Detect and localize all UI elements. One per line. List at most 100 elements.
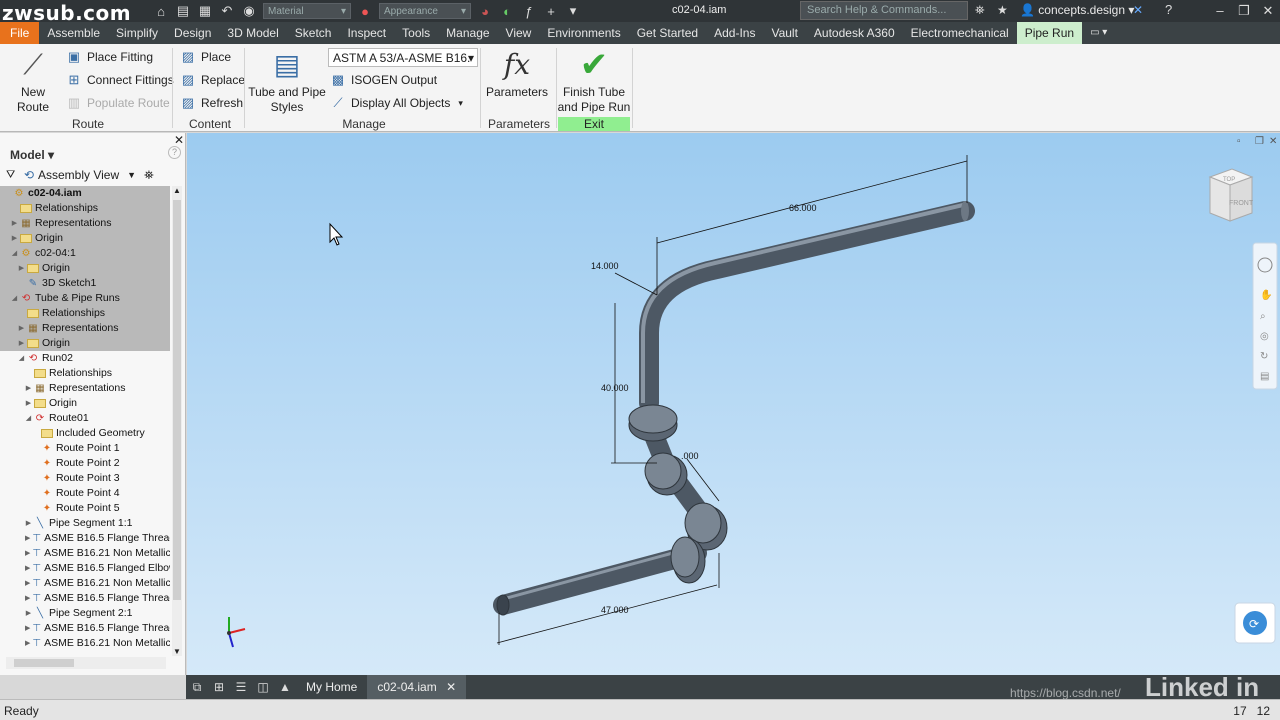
tree-horizontal-scrollbar[interactable] (6, 657, 166, 669)
expand-icon[interactable]: ▶ (18, 321, 25, 336)
populate-route-button[interactable]: ▥ Populate Route (66, 95, 170, 111)
binoculars-icon[interactable]: ⛯ (975, 3, 985, 18)
collapse-icon[interactable]: ◢ (11, 246, 18, 261)
tree-node[interactable]: ✦ Route Point 2 (0, 456, 170, 471)
collapse-icon[interactable]: ◢ (18, 351, 25, 366)
tree-node[interactable]: Relationships (0, 366, 170, 381)
tree-node[interactable]: ▶ ⊤ ASME B16.21 Non Metallic F (0, 636, 170, 651)
expand-icon[interactable]: ▶ (11, 216, 18, 231)
undo-icon[interactable]: ↶ (216, 0, 238, 22)
expand-icon[interactable]: ▶ (25, 546, 30, 561)
tab-vault[interactable]: Vault (763, 22, 805, 44)
tree-node[interactable]: ▶ ⊤ ASME B16.5 Flange Threade (0, 531, 170, 546)
tile-horizontal-icon[interactable]: ☰ (230, 680, 252, 694)
place-button[interactable]: ▨ Place (180, 49, 231, 65)
isogen-output-button[interactable]: ▩ ISOGEN Output (330, 72, 437, 88)
fx-icon[interactable]: ƒ (518, 0, 540, 22)
tree-node[interactable]: ⚙ c02-04.iam (0, 186, 170, 201)
account-menu[interactable]: 👤 concepts.design ▾ (1020, 3, 1134, 17)
tab-c02-04[interactable]: c02-04.iam ✕ (367, 675, 467, 699)
dimension-14[interactable]: 14.000 (591, 261, 619, 271)
expand-icon[interactable]: ▶ (25, 621, 30, 636)
tree-node[interactable]: ▶ ▦ Representations (0, 321, 170, 336)
tab-get-started[interactable]: Get Started (629, 22, 706, 44)
expand-icon[interactable]: ▶ (25, 636, 30, 651)
expand-icon[interactable]: ▶ (25, 531, 30, 546)
expand-icon[interactable]: ▶ (25, 381, 32, 396)
parameters-button[interactable]: fx Parameters (484, 48, 550, 100)
binoculars-icon[interactable]: ⛯ (144, 168, 154, 183)
customize-icon[interactable]: ▾ (562, 0, 584, 22)
new-route-button[interactable]: ⟋ New Route (4, 48, 62, 115)
tree-vertical-scrollbar[interactable]: ▲ ▼ (172, 186, 182, 656)
expand-icon[interactable]: ▶ (25, 516, 32, 531)
collapse-icon[interactable]: ◢ (25, 411, 32, 426)
collapse-icon[interactable]: ◢ (11, 291, 18, 306)
tile-vertical-icon[interactable]: ◫ (252, 680, 274, 694)
style-select[interactable]: ASTM A 53/A-ASME B16. ▾ (328, 48, 478, 67)
dimension-47[interactable]: 47.000 (601, 605, 629, 615)
replace-button[interactable]: ▨ Replace (180, 72, 245, 88)
tab-electromechanical[interactable]: Electromechanical (903, 22, 1017, 44)
expand-icon[interactable]: ▶ (25, 561, 30, 576)
expand-icon[interactable]: ▶ (25, 576, 30, 591)
tree-node[interactable]: ◢ ⚙ c02-04:1 (0, 246, 170, 261)
tab-inspect[interactable]: Inspect (339, 22, 394, 44)
tab-manage[interactable]: Manage (438, 22, 497, 44)
tree-node[interactable]: ▶ ⊤ ASME B16.21 Non Metallic F (0, 546, 170, 561)
tab-assemble[interactable]: Assemble (39, 22, 108, 44)
tab-file[interactable]: File (0, 22, 40, 44)
tree-node[interactable]: ▶ ▦ Representations (0, 216, 170, 231)
tree-node[interactable]: Relationships (0, 306, 170, 321)
assembly-view-select[interactable]: Assembly View (38, 168, 119, 182)
expand-icon[interactable]: ▶ (18, 336, 25, 351)
tab-pipe-run[interactable]: Pipe Run (1016, 22, 1083, 44)
open-icon[interactable]: ▤ (172, 0, 194, 22)
display-all-objects-button[interactable]: ⟋ Display All Objects ▾ (330, 95, 462, 111)
save-icon[interactable]: ▦ (194, 0, 216, 22)
dimension-40[interactable]: 40.000 (601, 383, 629, 393)
model-menu[interactable]: Model ▾ (10, 148, 54, 162)
maximize-icon[interactable]: ❐ (1255, 136, 1264, 147)
tab-add-ins[interactable]: Add-Ins (706, 22, 763, 44)
tree-node[interactable]: ▶ Origin (0, 261, 170, 276)
cascade-icon[interactable]: ⧉ (186, 680, 208, 695)
adjust-icon[interactable]: ◐ (496, 0, 518, 22)
exchange-icon[interactable]: ✕ (1133, 3, 1143, 17)
search-input[interactable]: Search Help & Commands... (800, 1, 968, 20)
appearance-combo[interactable]: Appearance ▾ (379, 3, 471, 19)
finish-tube-pipe-run-button[interactable]: ✔ Finish Tube and Pipe Run (557, 48, 631, 115)
tree-node[interactable]: ▶ ╲ Pipe Segment 2:1 (0, 606, 170, 621)
home-icon[interactable]: ⌂ (150, 0, 172, 22)
home-view-icon[interactable]: ▫ (1237, 136, 1241, 147)
tile-icon[interactable]: ⊞ (208, 680, 230, 694)
material-combo[interactable]: Material ▾ (263, 3, 351, 19)
place-fitting-button[interactable]: ▣ Place Fitting (66, 49, 153, 65)
tree-node[interactable]: ✦ Route Point 4 (0, 486, 170, 501)
tree-node[interactable]: ◢ ⟲ Run02 (0, 351, 170, 366)
tree-node[interactable]: Included Geometry (0, 426, 170, 441)
palette-icon[interactable]: ◕ (474, 0, 496, 22)
ribbon-options-icon[interactable]: ▭ ▾ (1082, 22, 1115, 44)
chevron-down-icon[interactable]: ▼ (127, 170, 136, 180)
update-icon[interactable]: ◉ (238, 0, 260, 22)
tab-tools[interactable]: Tools (394, 22, 438, 44)
tree-node[interactable]: ▶ ⊤ ASME B16.5 Flange Threade (0, 591, 170, 606)
tree-node[interactable]: ▶ Origin (0, 231, 170, 246)
navigation-bar[interactable]: ✋ ⌕ ◎ ↻ ▤ (1252, 242, 1278, 390)
tree-node[interactable]: ▶ ╲ Pipe Segment 1:1 (0, 516, 170, 531)
tree-node[interactable]: ◢ ⟲ Tube & Pipe Runs (0, 291, 170, 306)
tab-sketch[interactable]: Sketch (287, 22, 340, 44)
tab-design[interactable]: Design (166, 22, 219, 44)
scroll-down-icon[interactable]: ▼ (173, 647, 181, 656)
tab-autodesk-a360[interactable]: Autodesk A360 (806, 22, 903, 44)
color-icon[interactable]: ● (354, 0, 376, 22)
help-icon[interactable]: ? (1165, 2, 1172, 17)
tree-node[interactable]: ◢ ⟳ Route01 (0, 411, 170, 426)
expand-icon[interactable]: ▶ (25, 606, 32, 621)
scroll-up-icon[interactable]: ▲ (173, 186, 181, 195)
tree-node[interactable]: ✦ Route Point 1 (0, 441, 170, 456)
tree-node[interactable]: ▶ Origin (0, 336, 170, 351)
tree-node[interactable]: ✦ Route Point 5 (0, 501, 170, 516)
filter-icon[interactable]: ⛛ (6, 169, 20, 182)
